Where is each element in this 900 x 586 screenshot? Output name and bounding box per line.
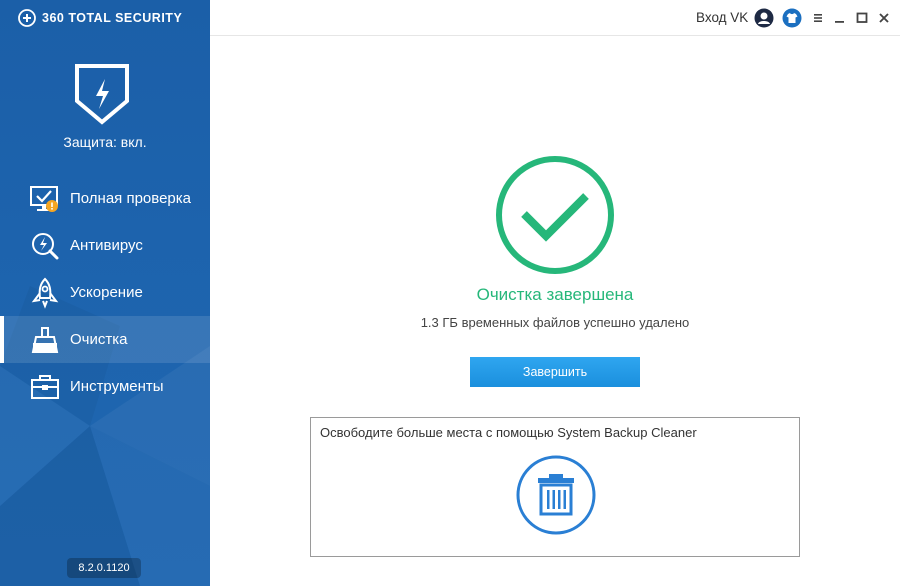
shield-icon	[75, 64, 129, 125]
sidebar-item-speedup[interactable]: Ускорение	[0, 269, 210, 316]
sidebar-item-label: Антивирус	[70, 237, 143, 254]
title-bar: Вход VK	[210, 0, 900, 36]
main-content: Очистка завершена 1.3 ГБ временных файло…	[210, 37, 900, 586]
broom-icon	[28, 323, 62, 357]
checkmark-circle-icon	[496, 156, 614, 274]
finish-button[interactable]: Завершить	[470, 357, 640, 387]
backup-cleaner-promo[interactable]: Освободите больше места с помощью System…	[310, 417, 800, 557]
backup-cleaner-button[interactable]	[515, 454, 597, 536]
menu-icon[interactable]	[808, 8, 828, 28]
protection-status: Защита: вкл.	[63, 134, 147, 150]
sidebar-nav: Полная проверка Антивирус Ускорение Очис…	[0, 175, 210, 410]
rocket-icon	[28, 276, 62, 310]
version-badge: 8.2.0.1120	[67, 558, 141, 578]
status-subtitle: 1.3 ГБ временных файлов успешно удалено	[420, 315, 690, 330]
sidebar: 360 TOTAL SECURITY Защита: вкл. Полная п	[0, 0, 210, 586]
user-avatar-icon[interactable]	[754, 8, 774, 28]
sidebar-item-label: Полная проверка	[70, 190, 191, 207]
sidebar-item-label: Ускорение	[70, 284, 143, 301]
antivirus-search-icon	[28, 229, 62, 263]
toolbox-icon	[28, 370, 62, 404]
sidebar-item-antivirus[interactable]: Антивирус	[0, 222, 210, 269]
sidebar-item-cleanup[interactable]: Очистка	[0, 316, 210, 363]
brand-logo: 360 TOTAL SECURITY	[18, 9, 182, 27]
sidebar-item-full-scan[interactable]: Полная проверка	[0, 175, 210, 222]
minimize-icon[interactable]	[830, 8, 850, 28]
promo-text: Освободите больше места с помощью System…	[320, 425, 697, 440]
monitor-check-icon	[28, 182, 62, 216]
login-vk-link[interactable]: Вход VK	[696, 10, 748, 25]
sidebar-item-tools[interactable]: Инструменты	[0, 363, 210, 410]
trash-icon	[516, 455, 596, 535]
close-icon[interactable]	[874, 8, 894, 28]
brand-name: 360 TOTAL SECURITY	[42, 11, 183, 25]
status-title: Очистка завершена	[476, 285, 634, 304]
skin-shirt-icon[interactable]	[782, 8, 802, 28]
maximize-icon[interactable]	[852, 8, 872, 28]
success-check	[494, 154, 616, 276]
protection-shield[interactable]	[74, 63, 130, 125]
sidebar-item-label: Инструменты	[70, 378, 164, 395]
sidebar-item-label: Очистка	[70, 331, 128, 348]
logo-plus-icon	[18, 9, 36, 27]
